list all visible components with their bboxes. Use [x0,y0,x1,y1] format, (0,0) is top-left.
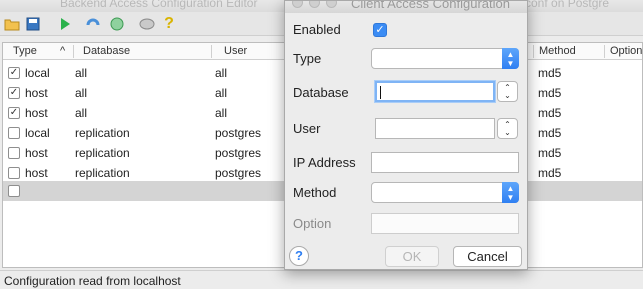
row-database: replication [75,126,130,140]
row-enabled-checkbox[interactable] [8,185,20,197]
row-database: replication [75,166,130,180]
row-user: postgres [215,146,262,160]
row-method: md5 [538,166,562,180]
column-header-option[interactable]: Option [610,45,642,57]
run-icon[interactable] [56,15,74,33]
chevron-updown-icon[interactable]: ▲ ▼ [502,182,519,203]
database-dropdown-button[interactable]: ⌃ ⌄ [497,81,518,102]
database-label: Database [293,85,349,100]
option-input [371,213,519,234]
row-enabled-checkbox[interactable]: ✓ [8,67,20,79]
sort-indicator-icon: ^ [60,45,66,57]
method-select[interactable]: ▲ ▼ [371,182,519,203]
row-enabled-checkbox[interactable]: ✓ [8,107,20,119]
zoom-window-icon[interactable] [326,1,337,8]
row-method: md5 [538,146,562,160]
row-database: all [75,86,88,100]
text-caret [380,86,381,99]
chevron-updown-icon: ⌃ ⌄ [504,120,511,137]
user-input[interactable] [375,118,495,139]
row-enabled-checkbox[interactable] [8,167,20,179]
status-bar: Configuration read from localhost [0,270,643,289]
user-label: User [293,121,321,136]
client-access-dialog: Client Access Configuration Enabled ✓ Ty… [284,0,528,270]
open-folder-icon[interactable] [3,15,21,33]
dialog-titlebar: Client Access Configuration [285,1,527,13]
row-type: local [25,126,50,140]
row-type: host [25,166,48,180]
row-user: all [215,106,228,120]
enabled-checkbox[interactable]: ✓ [373,23,387,37]
type-label: Type [293,51,322,66]
row-enabled-checkbox[interactable] [8,147,20,159]
dialog-title: Client Access Configuration [351,1,510,11]
badge-icon[interactable] [138,15,156,33]
column-header-user[interactable]: User [224,45,247,57]
help-button[interactable]: ? [289,246,309,266]
row-enabled-checkbox[interactable]: ✓ [8,87,20,99]
ok-button[interactable]: OK [385,246,439,267]
main-window-title-suffix: conf on Postgre [525,0,610,10]
database-input[interactable] [375,81,495,102]
method-label: Method [293,185,337,200]
enabled-label: Enabled [293,22,341,37]
row-database: all [75,66,88,80]
row-database: all [75,106,88,120]
main-window-title: Backend Access Configuration Editor [60,0,258,10]
undo-icon[interactable] [84,15,102,33]
row-method: md5 [538,106,562,120]
row-user: all [215,66,228,80]
type-select[interactable]: ▲ ▼ [371,48,519,69]
row-user: postgres [215,126,262,140]
row-type: host [25,86,48,100]
column-header-database[interactable]: Database [83,45,130,57]
ip-address-label: IP Address [293,155,356,170]
user-dropdown-button[interactable]: ⌃ ⌄ [497,118,518,139]
row-enabled-checkbox[interactable] [8,127,20,139]
help-icon[interactable]: ? [160,15,178,33]
row-method: md5 [538,66,562,80]
column-header-method[interactable]: Method [539,45,576,57]
row-user: all [215,86,228,100]
option-label: Option [293,216,332,231]
column-header-type[interactable]: Type [13,45,37,57]
row-method: md5 [538,126,562,140]
chevron-updown-icon[interactable]: ▲ ▼ [502,48,519,69]
recycle-icon[interactable] [108,15,126,33]
row-type: host [25,146,48,160]
row-type: local [25,66,50,80]
status-text: Configuration read from localhost [4,274,181,288]
row-database: replication [75,146,130,160]
cancel-button[interactable]: Cancel [453,246,522,267]
row-user: postgres [215,166,262,180]
chevron-updown-icon: ⌃ ⌄ [504,83,511,100]
save-icon[interactable] [24,15,42,33]
ip-address-input[interactable] [371,152,519,173]
row-type: host [25,106,48,120]
row-method: md5 [538,86,562,100]
minimize-window-icon[interactable] [309,1,320,8]
close-window-icon[interactable] [292,1,303,8]
